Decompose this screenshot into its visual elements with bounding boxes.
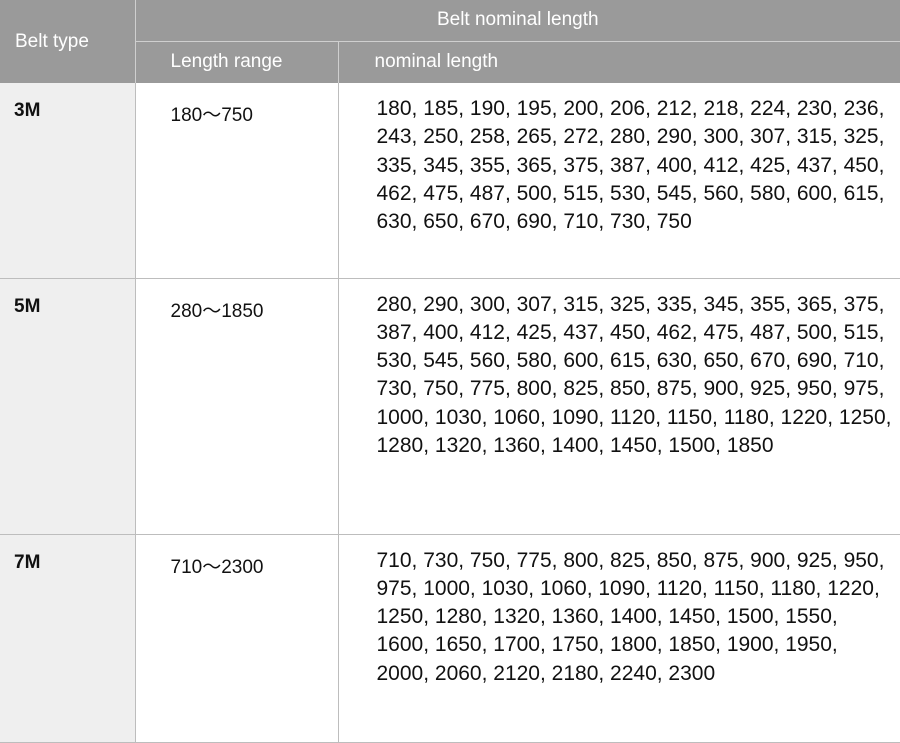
- nominal-length-cell: 280, 290, 300, 307, 315, 325, 335, 345, …: [338, 278, 900, 535]
- belt-type-cell: 3M: [0, 83, 136, 279]
- table-header: Belt type Belt nominal length Length ran…: [0, 0, 900, 83]
- belt-type-cell: 5M: [0, 278, 136, 535]
- header-length-range: Length range: [135, 41, 339, 83]
- header-belt-nominal-length: Belt nominal length: [135, 0, 900, 42]
- belt-type-cell: 7M: [0, 534, 136, 743]
- table-body: 3M 180～750 180, 185, 190, 195, 200, 206,…: [0, 83, 900, 743]
- table-row: 7M 710～2300 710, 730, 750, 775, 800, 825…: [0, 534, 900, 743]
- table-row: 3M 180～750 180, 185, 190, 195, 200, 206,…: [0, 83, 900, 279]
- belt-length-table: Belt type Belt nominal length Length ran…: [0, 0, 900, 743]
- length-range-cell: 710～2300: [135, 534, 339, 743]
- table-row: 5M 280～1850 280, 290, 300, 307, 315, 325…: [0, 278, 900, 535]
- length-range-cell: 180～750: [135, 83, 339, 279]
- nominal-length-cell: 710, 730, 750, 775, 800, 825, 850, 875, …: [338, 534, 900, 743]
- header-belt-type: Belt type: [0, 0, 136, 83]
- nominal-length-cell: 180, 185, 190, 195, 200, 206, 212, 218, …: [338, 83, 900, 279]
- header-nominal-length: nominal length: [338, 41, 900, 83]
- length-range-cell: 280～1850: [135, 278, 339, 535]
